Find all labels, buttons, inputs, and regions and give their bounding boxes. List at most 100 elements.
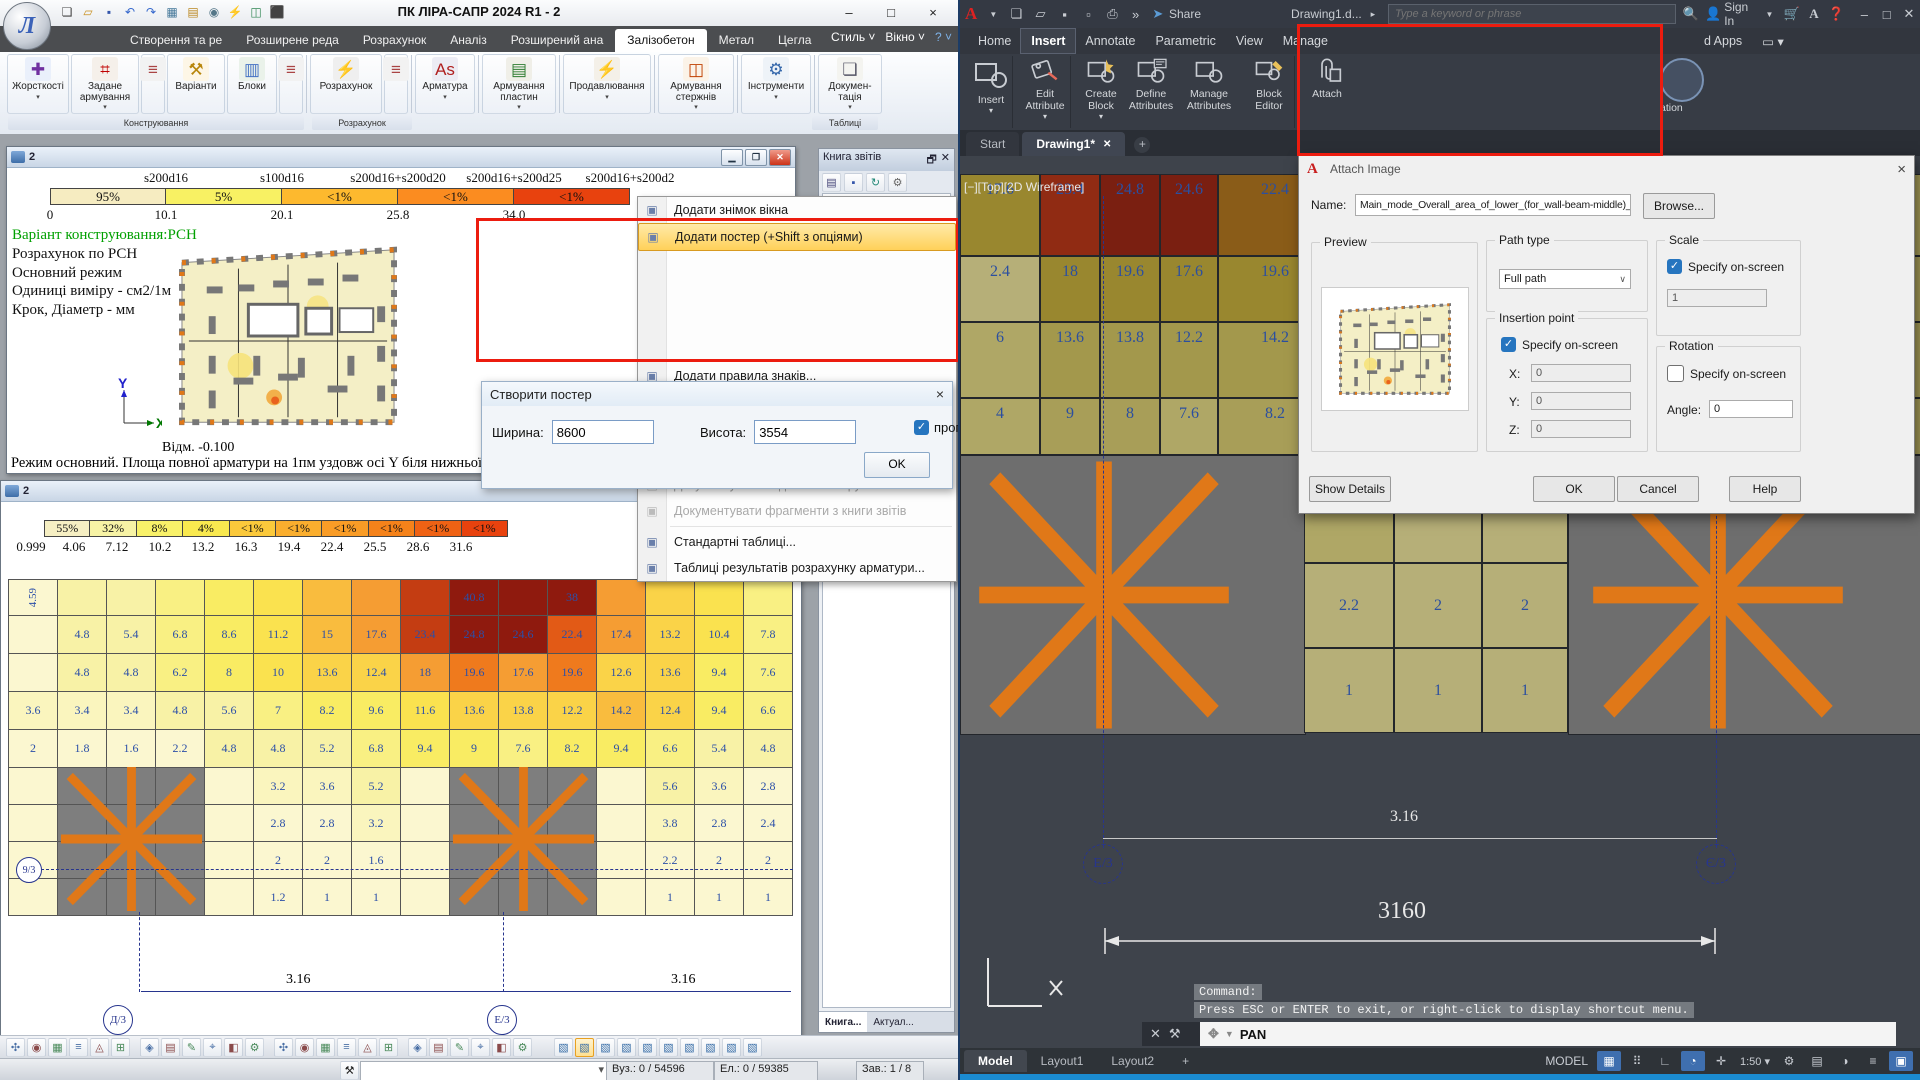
cancel-button[interactable]: Cancel xyxy=(1617,476,1699,502)
ribbon-button-інструменти[interactable]: ⚙ Інструменти ▾ xyxy=(741,54,811,114)
panel-restore-icon[interactable]: 🗗 xyxy=(926,151,936,169)
angle-input[interactable]: 0 xyxy=(1709,400,1793,418)
refresh-icon[interactable]: ↻ xyxy=(866,173,885,192)
status-combobox[interactable]: ▾ xyxy=(360,1061,610,1080)
toolbar-icon[interactable]: ✣ xyxy=(6,1037,25,1057)
block-editor-button[interactable]: Block Editor xyxy=(1242,56,1296,112)
window1-minimize-button[interactable]: ▁ xyxy=(721,148,743,166)
polar-tracking-icon[interactable]: ◔ xyxy=(1681,1051,1705,1071)
show-details-button[interactable]: Show Details xyxy=(1309,476,1391,502)
plot-icon[interactable]: ⎙ xyxy=(1103,4,1123,24)
toolbar-icon[interactable]: ✎ xyxy=(182,1037,201,1057)
rotation-specify-checkbox[interactable]: ✓ xyxy=(1667,365,1684,382)
acad-tab-insert[interactable]: Insert xyxy=(1020,28,1077,54)
acad-tab-view[interactable]: View xyxy=(1226,29,1273,53)
toolbar-icon[interactable]: ≡ xyxy=(337,1037,356,1057)
lira-tab-8[interactable]: Цегла xyxy=(766,29,823,52)
toolbar-icon[interactable]: ◉ xyxy=(27,1037,46,1057)
lira-tab-6[interactable]: Залізобетон xyxy=(615,29,707,52)
toolbar-icon[interactable]: ▦ xyxy=(48,1037,67,1057)
toolbar-icon[interactable]: ◈ xyxy=(140,1037,159,1057)
toolbar-icon[interactable]: ◈ xyxy=(408,1037,427,1057)
scale-input[interactable]: 1 xyxy=(1667,289,1767,307)
ortho-icon[interactable]: ∟ xyxy=(1653,1051,1677,1071)
toolbar-icon[interactable]: ▤ xyxy=(429,1037,448,1057)
view-cube-icon[interactable]: ▧ xyxy=(596,1037,615,1057)
toolbar-icon[interactable]: ⚙ xyxy=(513,1037,532,1057)
manage-attributes-button[interactable]: Manage Attributes xyxy=(1182,56,1236,112)
ribbon-collapse-icon[interactable]: ▭ ▾ xyxy=(1752,29,1794,54)
toolbar-icon[interactable]: ≡ xyxy=(69,1037,88,1057)
lira-tab-1[interactable]: Створення та ре xyxy=(118,29,234,52)
lira-menu-3[interactable]: ? ˅ xyxy=(935,30,952,44)
toolbar-icon[interactable]: ◬ xyxy=(358,1037,377,1057)
attach-button[interactable]: Attach xyxy=(1300,56,1354,100)
annotation-icon[interactable]: ▤ xyxy=(1805,1051,1829,1071)
view-cube-icon[interactable]: ▧ xyxy=(554,1037,573,1057)
view-cube-icon[interactable]: ▧ xyxy=(701,1037,720,1057)
height-input[interactable] xyxy=(754,420,857,444)
customize-icon[interactable]: ≡ xyxy=(1861,1051,1885,1071)
help-button[interactable]: Help xyxy=(1729,476,1801,502)
lira-maximize-button[interactable]: □ xyxy=(870,0,912,25)
toolbar-icon[interactable]: ✣ xyxy=(274,1037,293,1057)
snap-mode-icon[interactable]: ⠿ xyxy=(1625,1051,1649,1071)
ribbon-button-армування-пластин[interactable]: ▤ Армування пластин ▾ xyxy=(482,54,556,114)
ribbon-button-армування-стержнів[interactable]: ◫ Армування стержнів ▾ xyxy=(658,54,734,114)
layout-tab-layout1[interactable]: Layout1 xyxy=(1027,1050,1098,1072)
scale-specify-checkbox[interactable]: ✓ xyxy=(1667,259,1682,274)
document-name[interactable]: Drawing1.d... xyxy=(1291,7,1362,21)
save-icon[interactable]: ▪ xyxy=(844,173,863,192)
isolate-icon[interactable]: ▣ xyxy=(1889,1051,1913,1071)
layout-tab-model[interactable]: Model xyxy=(964,1050,1027,1072)
acad-close-button[interactable]: ✕ xyxy=(1900,4,1918,24)
ribbon-button-жорсткості[interactable]: ✚ Жорсткості ▾ xyxy=(7,54,69,114)
autocad-logo-icon[interactable]: A xyxy=(962,4,980,24)
command-close-icon[interactable]: ✕ xyxy=(1150,1026,1161,1042)
ribbon-button-докумен-тація[interactable]: ❏ Докумен- тація ▾ xyxy=(818,54,882,114)
view-cube-icon[interactable]: ▧ xyxy=(617,1037,636,1057)
settings-gear-icon[interactable]: ⚙ xyxy=(1777,1051,1801,1071)
geolocation-icon[interactable] xyxy=(1660,58,1704,102)
view-cube-icon[interactable]: ▧ xyxy=(659,1037,678,1057)
view-cube-icon[interactable]: ▧ xyxy=(575,1037,594,1057)
menu-item[interactable]: ▣ Таблиці результатів розрахунку арматури… xyxy=(638,555,956,581)
define-attributes-button[interactable]: Define Attributes xyxy=(1124,56,1178,112)
new-file-icon[interactable]: ❏ xyxy=(1007,4,1027,24)
search-input[interactable] xyxy=(1387,4,1676,24)
toolbar-icon[interactable]: ⌖ xyxy=(203,1037,222,1057)
ribbon-button-задане-армування[interactable]: ⌗ Задане армування ▾ xyxy=(71,54,139,114)
layout-tab-layout2[interactable]: Layout2 xyxy=(1097,1050,1168,1072)
z-input[interactable]: 0 xyxy=(1531,420,1631,438)
acad-maximize-button[interactable]: □ xyxy=(1878,4,1896,24)
file-tab-1[interactable]: Start xyxy=(966,132,1020,156)
ribbon-button-mini[interactable]: ≡ xyxy=(383,54,409,114)
lira-menu-1[interactable]: Стиль ˅ xyxy=(831,30,875,44)
sign-in-button[interactable]: Sign In xyxy=(1724,0,1758,28)
toolbar-icon[interactable]: ⌖ xyxy=(471,1037,490,1057)
grid-icon[interactable]: ▦ xyxy=(1597,1051,1621,1071)
toolbar-icon[interactable]: ✎ xyxy=(450,1037,469,1057)
menu-item[interactable]: ▣ Документувати фрагменти з книги звітів xyxy=(638,498,956,524)
x-input[interactable]: 0 xyxy=(1531,364,1631,382)
lira-tab-7[interactable]: Метал xyxy=(707,29,766,52)
lira-tab-3[interactable]: Розрахунок xyxy=(351,29,438,52)
tree-icon[interactable]: ▤ xyxy=(822,173,841,192)
object-snap-icon[interactable]: ✛ xyxy=(1709,1051,1733,1071)
toolbar-icon[interactable]: ▦ xyxy=(316,1037,335,1057)
doc-expand-icon[interactable]: ▸ xyxy=(1364,4,1382,24)
logo-dropdown-icon[interactable]: ▼ xyxy=(984,4,1002,24)
toolbar-icon[interactable]: ⊞ xyxy=(111,1037,130,1057)
toolbar-icon[interactable]: ⚙ xyxy=(245,1037,264,1057)
toolbar-icon[interactable]: ⊞ xyxy=(379,1037,398,1057)
app-store-cart-icon[interactable]: 🛒 xyxy=(1783,4,1801,24)
toolbar-icon[interactable]: ◬ xyxy=(90,1037,109,1057)
share-button[interactable]: Share xyxy=(1169,7,1201,21)
path-type-select[interactable]: Full path ∨ xyxy=(1499,269,1631,289)
ribbon-button-продавлювання[interactable]: ⚡ Продавлювання ▾ xyxy=(563,54,651,114)
lira-close-button[interactable]: × xyxy=(912,0,954,25)
hammer-icon[interactable]: ⚒ xyxy=(340,1061,359,1080)
lira-tab-4[interactable]: Аналіз xyxy=(438,29,498,52)
y-input[interactable]: 0 xyxy=(1531,392,1631,410)
command-input-bar[interactable]: ✥ ▼ PAN xyxy=(1200,1022,1896,1046)
